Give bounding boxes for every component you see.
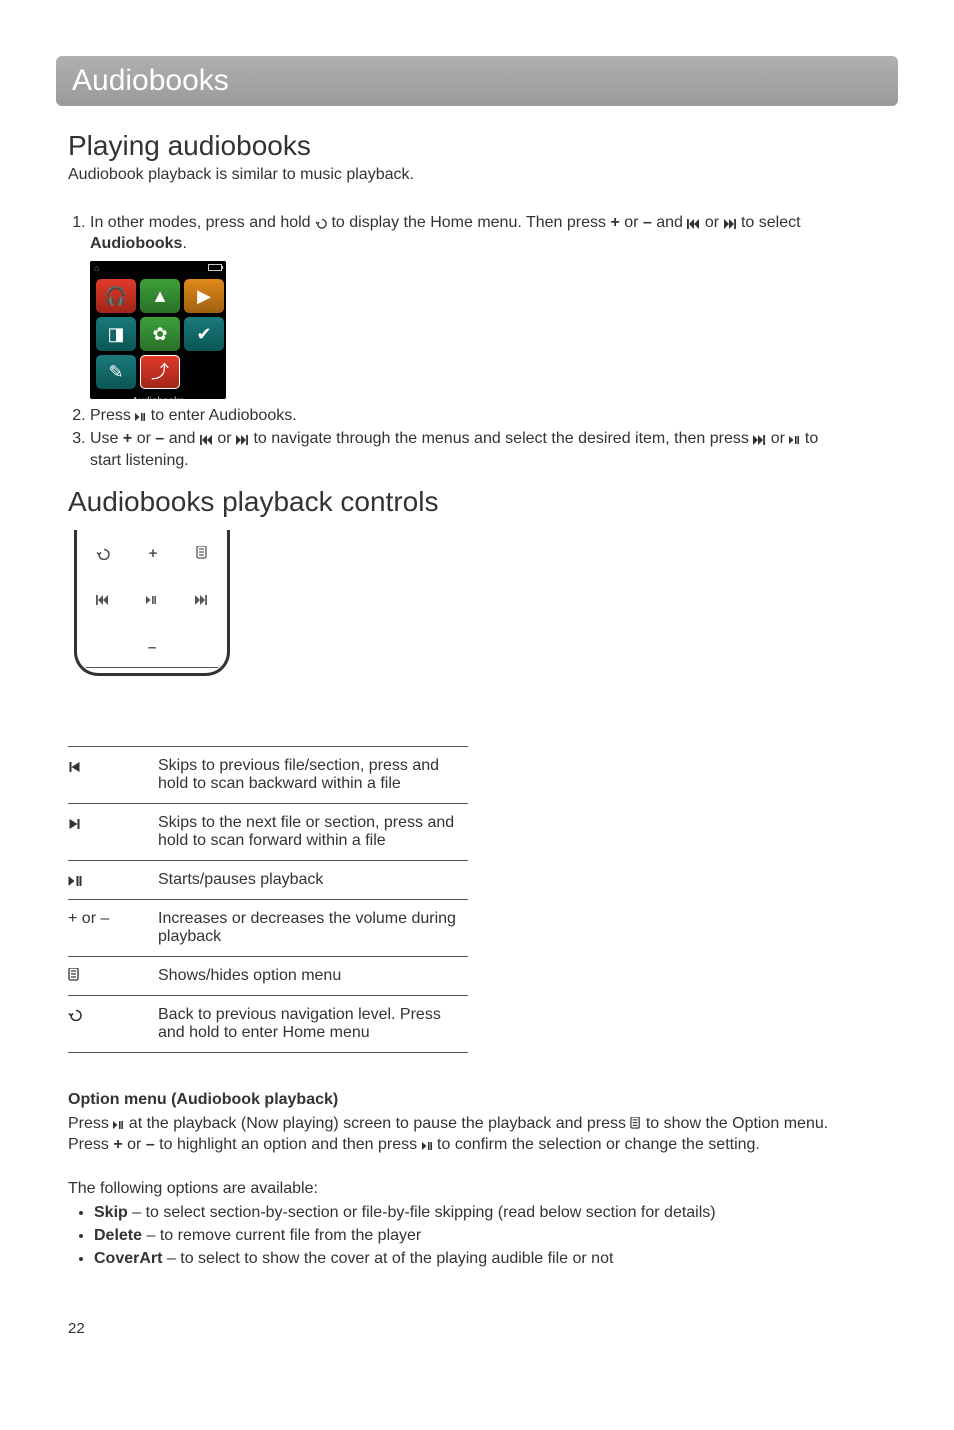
play-pause-icon — [135, 413, 146, 422]
section-heading-controls: Audiobooks playback controls — [68, 486, 832, 518]
prev-scan-icon — [200, 435, 213, 445]
play-pause-icon — [789, 436, 800, 445]
play-pause-icon — [422, 1142, 433, 1151]
menu-icon — [196, 546, 208, 560]
chapter-banner: Audiobooks — [56, 56, 898, 106]
tile-games: ✿ — [140, 317, 180, 351]
tile-music: 🎧 — [96, 279, 136, 313]
steps-list: In other modes, press and hold to displa… — [68, 212, 832, 472]
next-scan-icon — [236, 435, 249, 445]
table-row: Shows/hides option menu — [68, 956, 468, 995]
battery-icon — [208, 264, 222, 271]
next-track-icon — [68, 819, 82, 829]
tile-voice: ✎ — [96, 355, 136, 389]
list-item: Skip – to select section-by-section or f… — [94, 1202, 832, 1224]
play-pause-icon — [113, 1121, 124, 1130]
plus-minus-label: + or – — [68, 899, 158, 956]
home-menu-screenshot: ⌂ 🎧 ▲ ▶ ◨ ✿ ✔ ✎ ⤴ Audiobooks — [90, 261, 226, 399]
intro-text: Audiobook playback is similar to music p… — [68, 164, 832, 186]
table-row: + or – Increases or decreases the volume… — [68, 899, 468, 956]
prev-scan-icon — [687, 219, 700, 229]
tile-audiobooks: ⤴ — [140, 355, 180, 389]
table-row: Starts/pauses playback — [68, 860, 468, 899]
section-heading-playing: Playing audiobooks — [68, 130, 832, 162]
play-pause-icon — [146, 596, 157, 605]
table-row: Back to previous navigation level. Press… — [68, 995, 468, 1052]
prev-scan-icon — [96, 595, 109, 605]
plus-label: + — [149, 545, 158, 562]
back-icon — [68, 1007, 82, 1021]
step-3: Use + or – and or to navigate through th… — [90, 428, 832, 471]
option-menu-heading: Option menu (Audiobook playback) — [68, 1091, 832, 1109]
page-number: 22 — [68, 1320, 85, 1337]
step-2: Press to enter Audiobooks. — [90, 405, 832, 427]
controls-table: Skips to previous file/section, press an… — [68, 746, 468, 1053]
list-item: Delete – to remove current file from the… — [94, 1225, 832, 1247]
table-row: Skips to previous file/section, press an… — [68, 746, 468, 803]
option-bullets: Skip – to select section-by-section or f… — [68, 1202, 832, 1269]
tile-videos: ▶ — [184, 279, 224, 313]
option-menu-line1: Press at the playback (Now playing) scre… — [68, 1113, 832, 1135]
tile-radio: ◨ — [96, 317, 136, 351]
home-icon: ⌂ — [94, 262, 99, 274]
next-scan-icon — [195, 595, 208, 605]
minus-label: – — [148, 639, 156, 656]
back-icon — [315, 216, 327, 229]
next-scan-icon — [753, 435, 766, 445]
controls-diagram: + – — [68, 528, 236, 696]
home-menu-caption: Audiobooks — [90, 393, 226, 399]
option-menu-available: The following options are available: — [68, 1178, 832, 1200]
prev-track-icon — [68, 762, 82, 772]
play-pause-icon — [68, 876, 83, 886]
chapter-title: Audiobooks — [72, 64, 229, 98]
step-1: In other modes, press and hold to displa… — [90, 212, 832, 399]
next-scan-icon — [724, 219, 737, 229]
list-item: CoverArt – to select to show the cover a… — [94, 1248, 832, 1270]
tile-settings: ✔ — [184, 317, 224, 351]
tile-photos: ▲ — [140, 279, 180, 313]
option-menu-line2: Press + or – to highlight an option and … — [68, 1134, 832, 1156]
back-icon — [96, 546, 110, 560]
menu-icon — [630, 1117, 641, 1130]
menu-icon — [68, 968, 80, 982]
table-row: Skips to the next file or section, press… — [68, 803, 468, 860]
